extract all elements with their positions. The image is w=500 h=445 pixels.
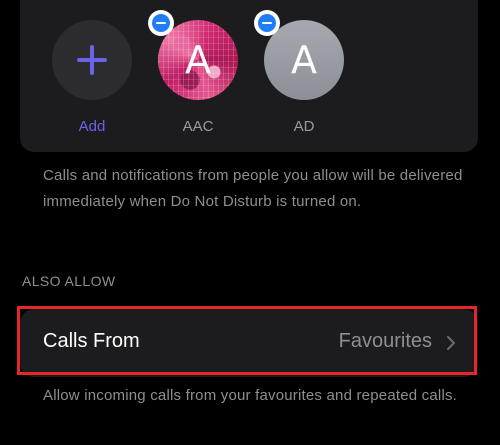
remove-contact-button[interactable]: [148, 10, 174, 36]
calls-from-value: Favourites: [338, 330, 432, 352]
chevron-right-icon: [447, 336, 455, 350]
screen: Add A AAC A AD Calls and notifications f…: [0, 0, 500, 445]
contact-name-label: AAC: [182, 118, 214, 135]
allowed-people-card: Add A AAC A AD: [20, 0, 478, 152]
calls-from-label: Calls From: [43, 330, 140, 352]
add-person-label[interactable]: Add: [52, 118, 132, 135]
calls-from-description: Allow incoming calls from your favourite…: [43, 387, 458, 404]
add-person-item[interactable]: Add: [52, 20, 132, 135]
also-allow-header: ALSO ALLOW: [22, 273, 116, 289]
minus-icon: [156, 22, 166, 24]
avatar: A: [148, 10, 238, 100]
plus-icon: [77, 45, 107, 75]
minus-icon: [262, 22, 272, 24]
calls-from-row[interactable]: Calls From Favourites: [20, 309, 478, 377]
avatar: A: [254, 10, 344, 100]
contact-name-label: AD: [293, 118, 315, 135]
remove-contact-button[interactable]: [254, 10, 280, 36]
contact-item-ad[interactable]: A AD: [254, 10, 344, 135]
contact-item-aac[interactable]: A AAC: [148, 10, 238, 135]
add-person-button[interactable]: [52, 20, 132, 100]
people-description: Calls and notifications from people you …: [43, 167, 463, 210]
